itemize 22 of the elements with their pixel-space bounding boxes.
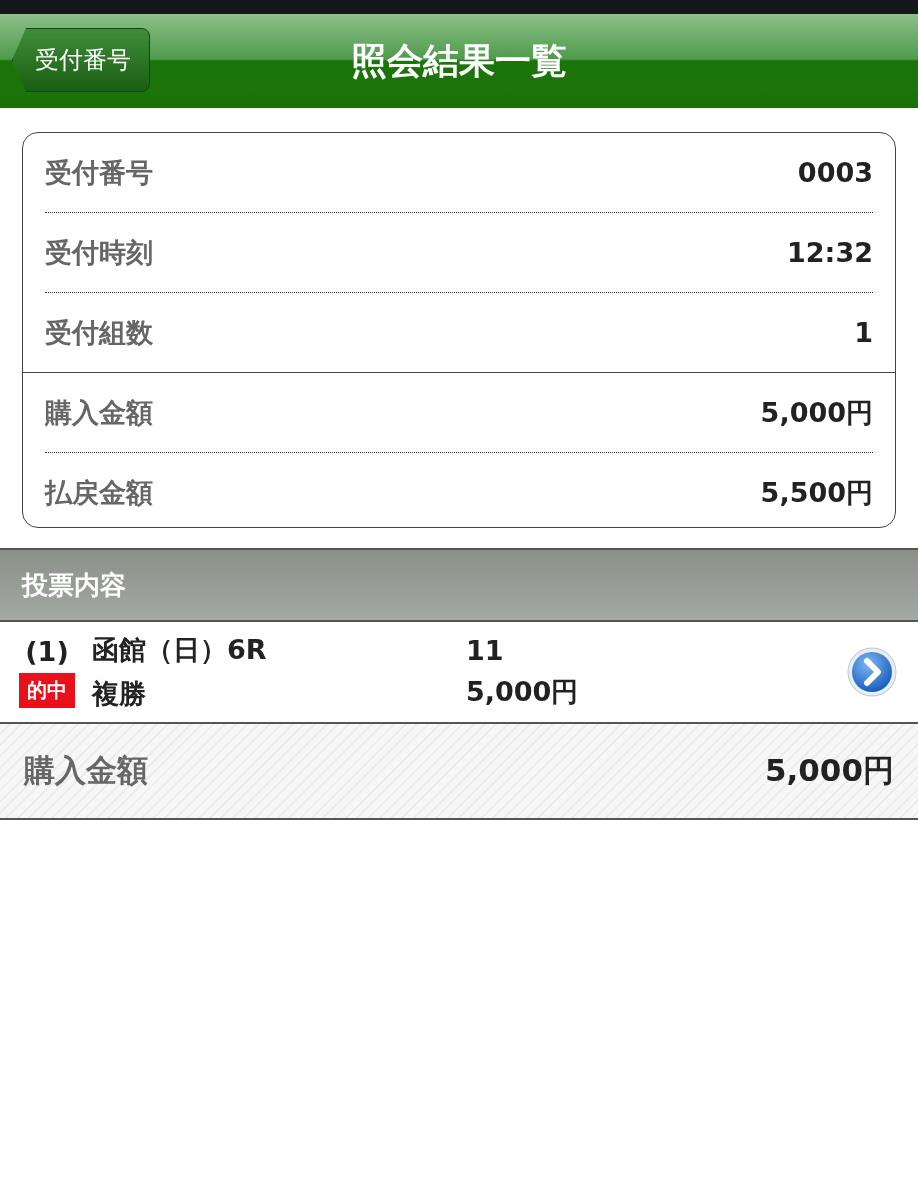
total-value: 5,000円 bbox=[764, 751, 894, 790]
summary-label: 購入金額 bbox=[45, 395, 153, 430]
bet-number: (1) bbox=[25, 636, 69, 667]
bet-selection: 11 bbox=[466, 634, 505, 666]
summary-value: 0003 bbox=[797, 157, 873, 188]
summary-label: 受付番号 bbox=[45, 155, 153, 190]
summary-value: 5,500円 bbox=[760, 475, 873, 510]
bet-amount: 5,000円 bbox=[466, 674, 580, 709]
hit-badge: 的中 bbox=[19, 673, 75, 708]
race-name: 函館（日）6R bbox=[92, 633, 268, 667]
summary-value: 5,000円 bbox=[760, 395, 873, 430]
section-header: 投票内容 bbox=[0, 548, 918, 622]
summary-label: 受付組数 bbox=[45, 315, 153, 350]
summary-value: 1 bbox=[854, 317, 873, 348]
summary-value: 12:32 bbox=[787, 237, 873, 268]
summary-label: 払戻金額 bbox=[45, 475, 153, 510]
page-title: 照会結果一覧 bbox=[351, 38, 567, 83]
summary-label: 受付時刻 bbox=[45, 235, 153, 270]
back-button[interactable]: 受付番号 bbox=[12, 28, 150, 92]
bet-type: 複勝 bbox=[92, 677, 147, 711]
total-label: 購入金額 bbox=[24, 751, 148, 790]
chevron-right-icon[interactable] bbox=[846, 646, 898, 698]
